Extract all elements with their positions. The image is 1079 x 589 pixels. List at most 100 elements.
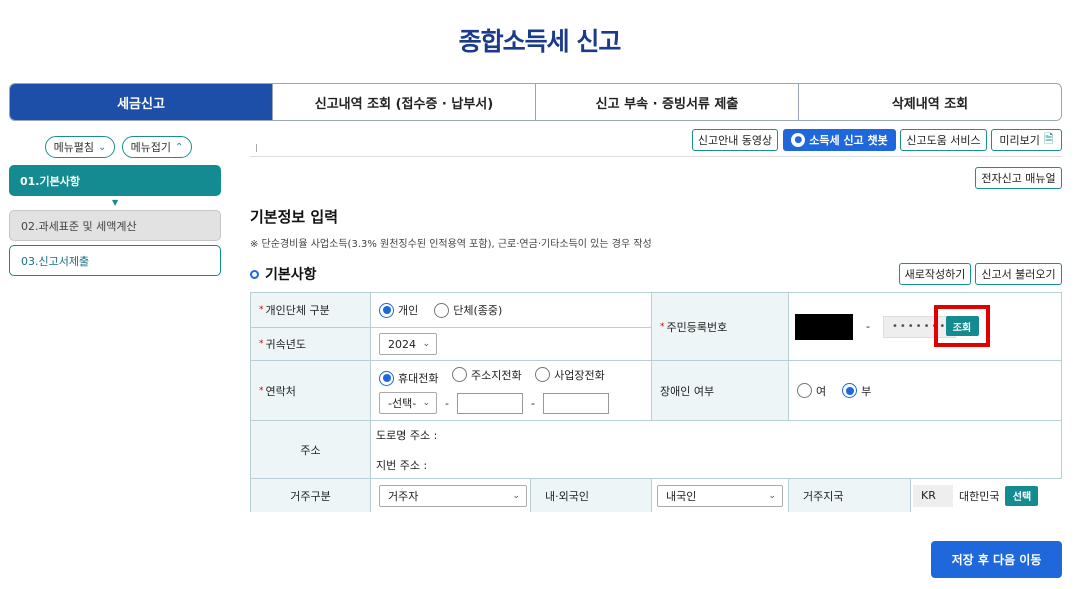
- sidebar-step-submit[interactable]: 03.신고서제출: [9, 245, 221, 276]
- tab-attachments-submit[interactable]: 신고 부속 · 증빙서류 제출: [535, 84, 798, 120]
- entity-group-radio[interactable]: 단체(종중): [434, 302, 502, 318]
- phone-type-radios: 휴대전화 주소지전화 사업장전화: [379, 367, 615, 387]
- entity-type-label: * 개인단체 구분: [251, 293, 371, 328]
- rrn-lookup-button[interactable]: 조회: [945, 316, 979, 336]
- nationality-select[interactable]: 내국인 ⌄: [657, 484, 783, 507]
- country-label: 거주지국: [789, 479, 911, 512]
- disability-no-radio[interactable]: 부: [842, 383, 871, 399]
- chevron-up-icon: ⌃: [175, 141, 184, 153]
- rrn-front-redacted: [795, 313, 853, 340]
- chevron-down-icon: ⌄: [768, 490, 776, 501]
- nationality-label: 내·외국인: [531, 479, 652, 512]
- phone-separator: -: [530, 396, 535, 410]
- radio-label: 사업장전화: [554, 368, 605, 382]
- menu-expand-button[interactable]: 메뉴펼침 ⌄: [45, 136, 115, 158]
- chevron-down-icon: ⌄: [422, 398, 430, 409]
- rrn-field: - •••••••: [789, 293, 1062, 361]
- menu-collapse-button[interactable]: 메뉴접기 ⌃: [122, 136, 192, 158]
- chevron-down-icon: ⌄: [98, 141, 107, 153]
- radio-label: 여: [816, 384, 827, 398]
- help-service-button[interactable]: 신고도움 서비스: [900, 129, 987, 151]
- subsection-title: 기본사항: [250, 264, 317, 284]
- preview-label: 미리보기: [999, 134, 1040, 147]
- main-tabs: 세금신고 신고내역 조회 (접수증 · 납부서) 신고 부속 · 증빙서류 제출…: [9, 83, 1062, 121]
- nationality-label-text: 내·외국인: [545, 489, 589, 503]
- page-title: 종합소득세 신고: [458, 27, 622, 56]
- entity-individual-radio[interactable]: 개인: [379, 302, 418, 318]
- business-phone-radio[interactable]: 사업장전화: [535, 367, 605, 383]
- year-label-text: 귀속년도: [265, 338, 306, 351]
- radio-label: 개인: [398, 304, 419, 317]
- residency-value: 거주자: [388, 489, 419, 503]
- radio-label: 부: [861, 384, 872, 398]
- residency-select[interactable]: 거주자 ⌄: [379, 484, 527, 507]
- new-draft-button[interactable]: 새로작성하기: [899, 263, 971, 285]
- step-arrow-icon: ▼: [112, 198, 119, 207]
- chatbot-label: 소득세 신고 챗봇: [809, 134, 888, 147]
- disability-label: 장애인 여부: [652, 361, 789, 421]
- rrn-label-text: 주민등록번호: [666, 320, 728, 334]
- year-field: 2024 ⌄: [371, 328, 652, 361]
- radio-label: 휴대전화: [398, 372, 439, 386]
- contact-label-text: 연락처: [265, 384, 296, 398]
- document-icon: 🗎: [1043, 131, 1054, 146]
- chevron-down-icon: ⌄: [512, 490, 520, 501]
- home-phone-radio[interactable]: 주소지전화: [451, 367, 522, 383]
- sidebar-step-basic-info[interactable]: 01.기본사항: [9, 165, 221, 196]
- rrn-label: * 주민등록번호: [652, 293, 789, 361]
- rrn-separator: -: [866, 320, 870, 333]
- lookup-highlight: 조회: [934, 305, 990, 347]
- load-return-button[interactable]: 신고서 불러오기: [975, 263, 1062, 285]
- country-code: KR: [913, 484, 953, 507]
- required-mark: *: [259, 339, 264, 349]
- divider: [256, 144, 257, 152]
- phone-last-input[interactable]: [542, 392, 609, 414]
- section-notice: ※ 단순경비율 사업소득(3.3% 원천징수된 인적용역 포함), 근로·연금·…: [250, 239, 652, 250]
- required-mark: *: [259, 305, 264, 315]
- phone-prefix-value: -선택-: [388, 397, 417, 411]
- chatbot-icon: ●: [791, 133, 806, 147]
- divider: [250, 156, 1062, 157]
- phone-middle-input[interactable]: [456, 392, 523, 414]
- guide-video-button[interactable]: 신고안내 동영상: [692, 129, 778, 151]
- save-next-button[interactable]: 저장 후 다음 이동: [931, 541, 1062, 578]
- tab-tax-filing[interactable]: 세금신고: [10, 84, 272, 120]
- required-mark: *: [660, 321, 665, 332]
- country-select-button[interactable]: 선택: [1005, 485, 1039, 506]
- year-select[interactable]: 2024 ⌄: [379, 333, 437, 355]
- residency-field: 거주자 ⌄: [371, 479, 531, 512]
- subsection-title-text: 기본사항: [265, 267, 317, 283]
- phone-inputs: -선택- ⌄ - -: [379, 392, 609, 415]
- lot-address: 지번 주소 :: [376, 458, 428, 472]
- tab-filing-history[interactable]: 신고내역 조회 (접수증 · 납부서): [272, 84, 535, 120]
- mobile-phone-radio[interactable]: 휴대전화: [379, 370, 438, 386]
- tab-deleted-history[interactable]: 삭제내역 조회: [798, 84, 1061, 120]
- contact-label: * 연락처: [251, 361, 371, 421]
- year-value: 2024: [388, 337, 416, 351]
- e-filing-manual-button[interactable]: 전자신고 매뉴얼: [975, 167, 1062, 189]
- nationality-field: 내국인 ⌄: [652, 479, 789, 512]
- contact-field: 휴대전화 주소지전화 사업장전화 -선택- ⌄ - -: [371, 361, 652, 421]
- section-title: 기본정보 입력: [250, 208, 339, 226]
- sidebar-step-tax-calculation[interactable]: 02.과세표준 및 세액계산: [9, 210, 221, 241]
- address-label-text: 주소: [300, 443, 321, 457]
- entity-type-field: 개인 단체(종중): [371, 293, 652, 328]
- radio-label: 주소지전화: [470, 368, 522, 382]
- address-label: 주소: [251, 421, 371, 479]
- disability-label-text: 장애인 여부: [660, 384, 715, 398]
- road-address: 도로명 주소 :: [376, 428, 438, 442]
- phone-separator: -: [445, 396, 449, 410]
- phone-prefix-select[interactable]: -선택- ⌄: [379, 392, 437, 415]
- required-mark: *: [259, 385, 264, 396]
- country-field: KR 대한민국 선택: [911, 479, 1062, 512]
- residency-label: 거주구분: [251, 479, 371, 512]
- disability-yes-radio[interactable]: 여: [797, 383, 826, 399]
- bullet-ring-icon: [250, 269, 259, 279]
- chatbot-button[interactable]: ● 소득세 신고 챗봇: [783, 129, 896, 151]
- preview-button[interactable]: 미리보기 🗎: [991, 129, 1062, 151]
- nationality-value: 내국인: [666, 489, 697, 503]
- disability-field: 여 부: [789, 361, 1062, 421]
- country-label-text: 거주지국: [803, 489, 844, 503]
- year-label: * 귀속년도: [251, 328, 371, 361]
- country-name: 대한민국: [959, 489, 1000, 503]
